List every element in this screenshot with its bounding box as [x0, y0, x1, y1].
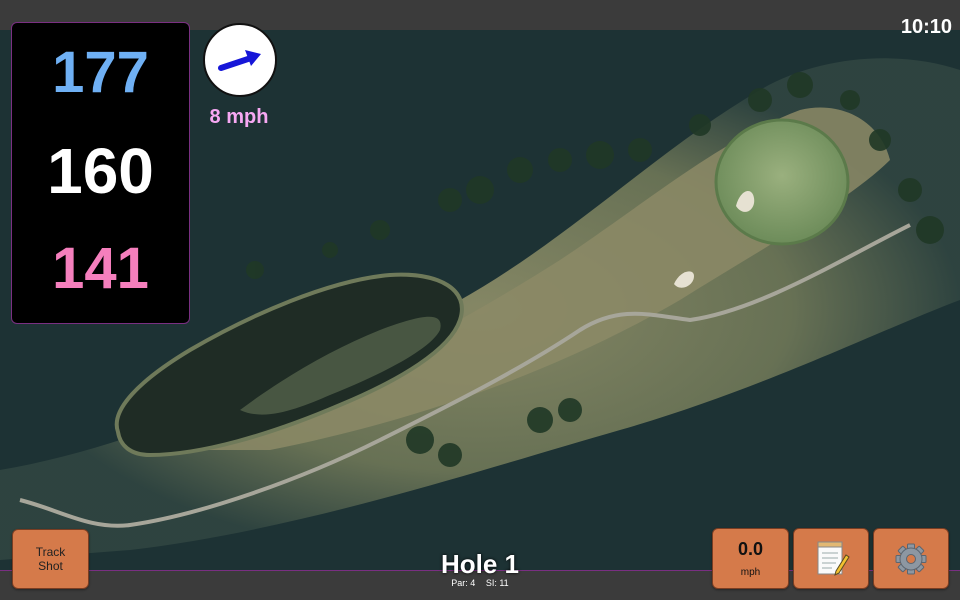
- distance-panel: 177 160 141: [11, 22, 190, 324]
- notepad-icon: [817, 541, 850, 576]
- clock: 10:10: [900, 16, 952, 38]
- green: [714, 118, 850, 246]
- middle-distance: 160: [47, 135, 154, 207]
- speed-display: 0.0 mph: [712, 528, 789, 589]
- track-shot-label-line1: Track: [35, 545, 66, 559]
- hole-info: Par: 4 SI: 11: [380, 578, 580, 588]
- wind-speed: 8 mph: [209, 106, 269, 128]
- back-distance: 177: [52, 40, 149, 105]
- speed-value: 0.0: [737, 539, 764, 559]
- hole-title: Hole 1: [440, 549, 520, 579]
- speed-unit: mph: [740, 567, 761, 578]
- gear-icon: [895, 543, 927, 575]
- hole-par: Par: 4: [451, 578, 476, 588]
- settings-button[interactable]: [873, 528, 949, 589]
- track-shot-button[interactable]: Track Shot: [12, 529, 89, 589]
- front-distance: 141: [52, 236, 149, 301]
- golf-gps-screen: 10:10 177 160 141 8 mph Track Shot Hole …: [0, 0, 960, 600]
- wind-arrow-icon: [218, 50, 261, 71]
- notes-button[interactable]: [793, 528, 869, 589]
- track-shot-label-line2: Shot: [38, 559, 63, 573]
- hole-stroke-index: SI: 11: [485, 578, 509, 588]
- wind-indicator: [203, 23, 277, 97]
